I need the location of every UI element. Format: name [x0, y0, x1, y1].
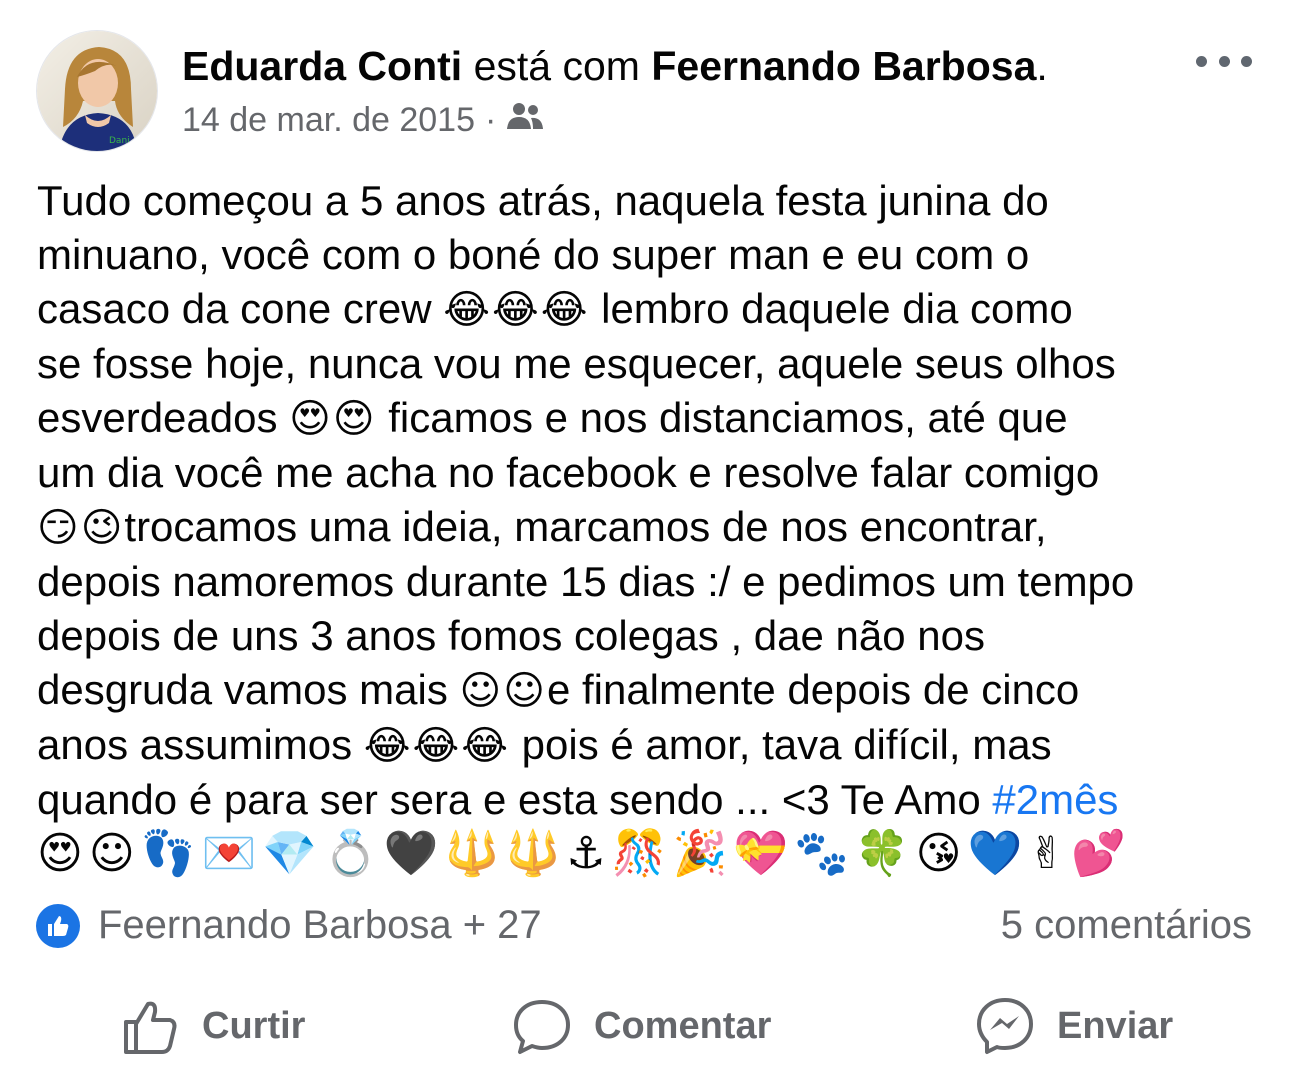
comment-button[interactable]: Comentar	[512, 996, 771, 1056]
like-button[interactable]: Curtir	[120, 996, 305, 1056]
text-line: quando é para ser sera e esta sendo ... …	[37, 776, 1119, 823]
facebook-post: Dani Eduarda Conti está com Feernando Ba…	[0, 0, 1290, 1068]
thumbs-up-icon	[124, 1001, 177, 1054]
text-line: anos assumimos 😂😂😂 pois é amor, tava dif…	[37, 721, 1052, 769]
text-line: depois namoremos durante 15 dias :/ e pe…	[37, 558, 1135, 605]
comment-label: Comentar	[594, 1004, 772, 1047]
more-options-icon[interactable]	[1196, 44, 1252, 78]
text-line: minuano, você com o boné do super man e …	[37, 231, 1030, 278]
reactions-text: Feernando Barbosa + 27	[98, 903, 542, 947]
comment-icon	[514, 1000, 570, 1054]
reactions-summary[interactable]: Feernando Barbosa + 27	[36, 903, 542, 948]
emoji-row: 😍☺👣💌💎💍🖤🔱🔱⚓🎊🎉💝🐾🍀😘💙✌💕	[37, 828, 1132, 879]
friends-icon[interactable]	[506, 98, 544, 142]
avatar[interactable]: Dani	[36, 30, 158, 152]
action-bar: Curtir Comentar Enviar	[0, 996, 1290, 1076]
text-line: se fosse hoje, nunca vou me esquecer, aq…	[37, 340, 1116, 387]
like-label: Curtir	[202, 1004, 306, 1047]
text-line: depois de uns 3 anos fomos colegas , dae…	[37, 612, 985, 659]
like-icon	[36, 903, 80, 948]
comments-count[interactable]: 5 comentários	[1001, 903, 1252, 948]
post-date[interactable]: 14 de mar. de 2015	[182, 98, 475, 142]
profile-photo: Dani	[37, 31, 157, 151]
messenger-icon	[977, 998, 1033, 1054]
post-text: Tudo começou a 5 anos atrás, naquela fes…	[37, 174, 1257, 881]
smiling-emoji: ☺☺	[459, 668, 547, 714]
send-button[interactable]: Enviar	[975, 996, 1173, 1056]
svg-text:Dani: Dani	[109, 136, 130, 146]
heart-eyes-emoji: 😍😍	[289, 396, 377, 442]
author-name[interactable]: Eduarda Conti	[182, 43, 462, 89]
hashtag-link[interactable]: #2mês	[992, 776, 1118, 823]
text-line: casaco da cone crew 😂😂😂 lembro daquele d…	[37, 285, 1073, 333]
send-label: Enviar	[1057, 1004, 1174, 1047]
laughing-emoji: 😂😂😂	[363, 723, 511, 769]
text-line: desgruda vamos mais ☺☺e finalmente depoi…	[37, 666, 1080, 714]
smirk-wink-emoji: 😏😉	[37, 505, 125, 551]
meta-separator: ·	[485, 101, 497, 139]
post-meta: 14 de mar. de 2015 ·	[182, 98, 544, 142]
tagged-user[interactable]: Feernando Barbosa	[651, 43, 1036, 89]
text-line: esverdeados 😍😍 ficamos e nos distanciamo…	[37, 394, 1068, 442]
with-text: está com	[473, 43, 640, 89]
text-line: Tudo começou a 5 anos atrás, naquela fes…	[37, 177, 1049, 224]
post-header: Eduarda Conti está com Feernando Barbosa…	[182, 40, 1048, 92]
text-line: um dia você me acha no facebook e resolv…	[37, 449, 1100, 496]
header-period: .	[1036, 43, 1048, 89]
text-line: 😏😉trocamos uma ideia, marcamos de nos en…	[37, 503, 1047, 551]
laughing-emoji: 😂😂😂	[443, 287, 590, 333]
